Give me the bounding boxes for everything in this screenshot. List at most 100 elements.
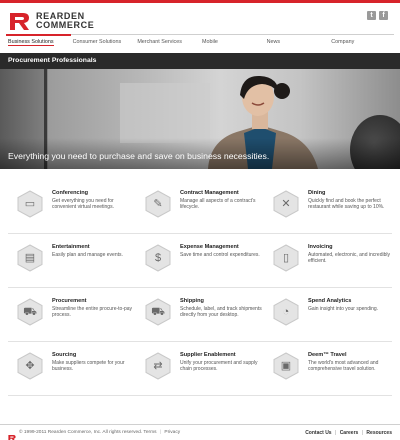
- footer-separator: |: [361, 430, 364, 436]
- arrows-icon: ✥: [16, 352, 44, 380]
- top-accent-bar: [0, 0, 400, 3]
- service-title: Shipping: [180, 298, 204, 304]
- icon-glyph: ▣: [280, 360, 292, 372]
- service-description: Quickly find and book the perfect restau…: [308, 198, 385, 211]
- careers-link[interactable]: Careers: [340, 430, 359, 436]
- nav-label: Business Solutions: [8, 39, 54, 46]
- service-description: Streamline the entire procure-to-pay pro…: [52, 306, 133, 319]
- icon-glyph: ▭: [24, 198, 36, 210]
- service-description: Manage all aspects of a contract's lifec…: [180, 198, 256, 211]
- rearden-logo[interactable]: REARDEN COMMERCE: [9, 10, 129, 32]
- service-description: Schedule, label, and track shipments dir…: [180, 306, 262, 319]
- service-title: Procurement: [52, 298, 87, 304]
- service-deem-travel[interactable]: ▣ Deem™ Travel The world's most advanced…: [264, 344, 392, 395]
- service-entertainment[interactable]: ▤ Entertainment Easily plan and manage e…: [8, 236, 136, 287]
- pie-chart-icon: ◔: [272, 298, 300, 326]
- service-title: Entertainment: [52, 244, 90, 250]
- service-description: Easily plan and manage events.: [52, 252, 123, 258]
- service-shipping[interactable]: ⛟ Shipping Schedule, label, and track sh…: [136, 290, 264, 341]
- contact-us-link[interactable]: Contact Us: [305, 430, 331, 436]
- nav-merchant-services[interactable]: Merchant Services: [135, 34, 200, 46]
- nav-label: Merchant Services: [137, 39, 182, 45]
- logo-line-2: COMMERCE: [36, 20, 95, 30]
- pen-icon: ✎: [144, 190, 172, 218]
- icon-glyph: ✎: [153, 198, 163, 210]
- service-sourcing[interactable]: ✥ Sourcing Make suppliers compete for yo…: [8, 344, 136, 395]
- icon-glyph: ◔: [282, 306, 290, 318]
- nav-label: News: [266, 39, 281, 45]
- icon-glyph: ✥: [25, 360, 35, 372]
- nav-news[interactable]: News: [264, 34, 330, 46]
- service-title: Sourcing: [52, 352, 77, 358]
- exchange-icon: ⇄: [144, 352, 172, 380]
- nav-label: Mobile: [201, 39, 218, 45]
- twitter-icon[interactable]: t: [367, 11, 376, 20]
- dollar-icon: $: [144, 244, 172, 272]
- logo-wordmark: REARDEN COMMERCE: [36, 12, 94, 30]
- nav-business-solutions[interactable]: Business Solutions: [6, 34, 71, 46]
- service-conferencing[interactable]: ▭ Conferencing Get everything you need f…: [8, 182, 136, 233]
- nav-mobile[interactable]: Mobile: [199, 34, 265, 46]
- icon-glyph: ⇄: [153, 360, 163, 372]
- footer-legal: © 1999-2011 Rearden Commerce, Inc. All r…: [19, 430, 180, 435]
- service-dining[interactable]: ✕ Dining Quickly find and book the perfe…: [264, 182, 392, 233]
- service-title: Invoicing: [308, 244, 333, 250]
- footer-logo-icon: [8, 429, 16, 440]
- invoice-icon: ▯: [272, 244, 300, 272]
- service-expense-management[interactable]: $ Expense Management Save time and contr…: [136, 236, 264, 287]
- service-spend-analytics[interactable]: ◔ Spend Analytics Gain insight into your…: [264, 290, 392, 341]
- service-description: Save time and control expenditures.: [180, 252, 260, 258]
- service-title: Supplier Enablement: [180, 352, 236, 358]
- services-row: ▭ Conferencing Get everything you need f…: [8, 182, 392, 234]
- service-description: Gain insight into your spending.: [308, 306, 379, 312]
- nav-consumer-solutions[interactable]: Consumer Solutions: [70, 34, 136, 46]
- nav-label: Consumer Solutions: [72, 39, 122, 45]
- service-contract-management[interactable]: ✎ Contract Management Manage all aspects…: [136, 182, 264, 233]
- services-grid: ▭ Conferencing Get everything you need f…: [8, 182, 392, 398]
- hero-caption: Everything you need to purchase and save…: [8, 151, 270, 161]
- footer: © 1999-2011 Rearden Commerce, Inc. All r…: [0, 424, 400, 440]
- footer-links: Contact Us | Careers | Resources: [305, 430, 392, 436]
- services-row: ✥ Sourcing Make suppliers compete for yo…: [8, 344, 392, 396]
- services-row: ▤ Entertainment Easily plan and manage e…: [8, 236, 392, 288]
- footer-separator: |: [334, 430, 337, 436]
- icon-glyph: ⛟: [151, 306, 165, 318]
- service-description: Get everything you need for convenient v…: [52, 198, 114, 211]
- icon-glyph: ⛟: [23, 306, 37, 318]
- utensils-icon: ✕: [272, 190, 300, 218]
- rearden-r-logo-icon: [9, 11, 30, 31]
- cart-icon: ⛟: [16, 298, 44, 326]
- suitcase-icon: ▣: [272, 352, 300, 380]
- icon-glyph: ▯: [282, 252, 290, 264]
- service-title: Expense Management: [180, 244, 239, 250]
- truck-icon: ⛟: [144, 298, 172, 326]
- privacy-link[interactable]: Privacy: [164, 430, 180, 435]
- services-row: ⛟ Procurement Streamline the entire proc…: [8, 290, 392, 342]
- service-title: Spend Analytics: [308, 298, 352, 304]
- main-nav: Business Solutions Consumer Solutions Me…: [6, 34, 394, 46]
- social-links: t f: [367, 11, 388, 20]
- copyright-text: © 1999-2011 Rearden Commerce, Inc. All r…: [19, 430, 143, 435]
- service-description: Unify your procurement and supply chain …: [180, 360, 258, 373]
- nav-label: Company: [331, 39, 355, 45]
- service-title: Contract Management: [180, 190, 239, 196]
- service-description: The world's most advanced and comprehens…: [308, 360, 379, 373]
- nav-company[interactable]: Company: [329, 34, 394, 46]
- footer-separator: |: [159, 430, 162, 435]
- film-icon: ▤: [16, 244, 44, 272]
- service-title: Deem™ Travel: [308, 352, 347, 358]
- service-title: Conferencing: [52, 190, 89, 196]
- icon-glyph: ✕: [281, 198, 291, 210]
- hero-background-wall: [120, 83, 210, 143]
- terms-link[interactable]: Terms: [143, 430, 156, 435]
- resources-link[interactable]: Resources: [366, 430, 392, 436]
- icon-glyph: $: [154, 252, 162, 264]
- service-title: Dining: [308, 190, 326, 196]
- facebook-icon[interactable]: f: [379, 11, 388, 20]
- service-procurement[interactable]: ⛟ Procurement Streamline the entire proc…: [8, 290, 136, 341]
- service-description: Make suppliers compete for your business…: [52, 360, 125, 373]
- service-invoicing[interactable]: ▯ Invoicing Automated, electronic, and i…: [264, 236, 392, 287]
- icon-glyph: ▤: [24, 252, 36, 264]
- service-description: Automated, electronic, and incredibly ef…: [308, 252, 390, 265]
- service-supplier-enablement[interactable]: ⇄ Supplier Enablement Unify your procure…: [136, 344, 264, 395]
